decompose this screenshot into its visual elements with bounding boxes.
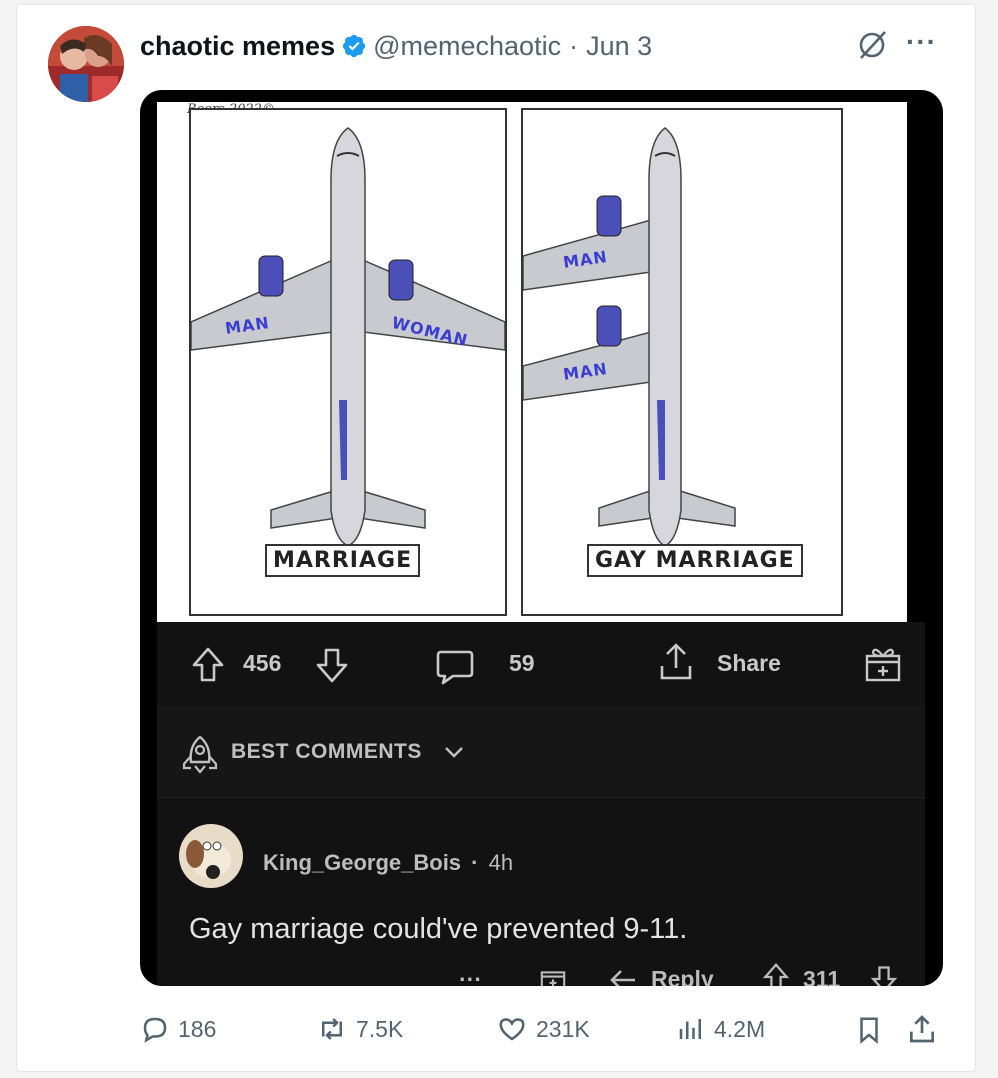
repost-action[interactable]: 7.5K bbox=[316, 1014, 403, 1044]
comment-more-icon[interactable]: ··· bbox=[459, 966, 482, 986]
comment-sort-bar[interactable]: BEST COMMENTS bbox=[157, 707, 925, 798]
bookmark-icon[interactable] bbox=[854, 1014, 884, 1051]
more-options-icon[interactable]: ··· bbox=[906, 26, 937, 58]
like-count: 231K bbox=[536, 1015, 590, 1042]
comment-upvote-icon[interactable] bbox=[762, 962, 790, 986]
share-label[interactable]: Share bbox=[717, 650, 781, 677]
comments-icon[interactable] bbox=[435, 648, 475, 691]
author-name[interactable]: chaotic memes bbox=[140, 31, 335, 62]
reddit-comment: King_George_Bois · 4h Gay marriage could… bbox=[157, 797, 925, 986]
reply-button[interactable]: Reply bbox=[651, 966, 714, 986]
reply-count: 186 bbox=[178, 1015, 217, 1042]
caption-marriage: MARRIAGE bbox=[265, 544, 421, 577]
header-separator: · bbox=[569, 30, 579, 61]
views-icon bbox=[679, 1019, 701, 1039]
chevron-down-icon bbox=[443, 742, 465, 767]
rocket-icon bbox=[181, 734, 219, 779]
comic-panel-right: MAN MAN GAY MARRIAGE bbox=[521, 108, 843, 616]
grok-icon[interactable] bbox=[855, 28, 889, 62]
commenter-avatar[interactable] bbox=[179, 824, 243, 893]
reply-action[interactable]: 186 bbox=[140, 1014, 216, 1044]
reply-icon[interactable] bbox=[609, 968, 639, 986]
comic-image: Beers 2022© MAN WOMAN MARRIAGE bbox=[157, 102, 907, 710]
caption-gay-marriage: GAY MARRIAGE bbox=[587, 544, 803, 577]
tweet-header: chaotic memes @memechaotic · Jun 3 bbox=[140, 28, 652, 64]
author-avatar[interactable] bbox=[48, 26, 124, 102]
reply-icon bbox=[143, 1017, 167, 1043]
sort-label: BEST COMMENTS bbox=[231, 740, 422, 763]
comment-text: Gay marriage could've prevented 9-11. bbox=[189, 913, 688, 945]
heart-icon bbox=[499, 1018, 525, 1041]
share-icon[interactable] bbox=[657, 642, 695, 687]
views-action[interactable]: 4.2M bbox=[676, 1014, 765, 1044]
views-count: 4.2M bbox=[714, 1015, 766, 1042]
comments-count: 59 bbox=[509, 650, 535, 676]
upvote-icon[interactable] bbox=[191, 646, 225, 689]
tweet-date[interactable]: Jun 3 bbox=[586, 31, 652, 62]
comment-vote-count: 311 bbox=[803, 966, 841, 986]
comment-award-icon[interactable] bbox=[539, 964, 567, 986]
comment-downvote-icon[interactable] bbox=[870, 964, 898, 986]
like-action[interactable]: 231K bbox=[496, 1014, 590, 1044]
commenter-username[interactable]: King_George_Bois · 4h bbox=[263, 850, 513, 876]
downvote-icon[interactable] bbox=[315, 646, 349, 689]
comic-panel-left: MAN WOMAN MARRIAGE bbox=[189, 108, 507, 616]
repost-count: 7.5K bbox=[356, 1015, 404, 1042]
award-icon[interactable] bbox=[863, 644, 903, 689]
verified-badge-icon bbox=[341, 33, 367, 59]
reddit-action-bar: 456 59 Share bbox=[157, 622, 925, 707]
repost-icon bbox=[322, 1018, 342, 1040]
share-tweet-icon[interactable] bbox=[906, 1012, 938, 1051]
tweet-media-image[interactable]: Beers 2022© MAN WOMAN MARRIAGE bbox=[140, 90, 943, 986]
author-handle[interactable]: @memechaotic bbox=[373, 31, 561, 62]
upvote-count: 456 bbox=[243, 650, 282, 676]
